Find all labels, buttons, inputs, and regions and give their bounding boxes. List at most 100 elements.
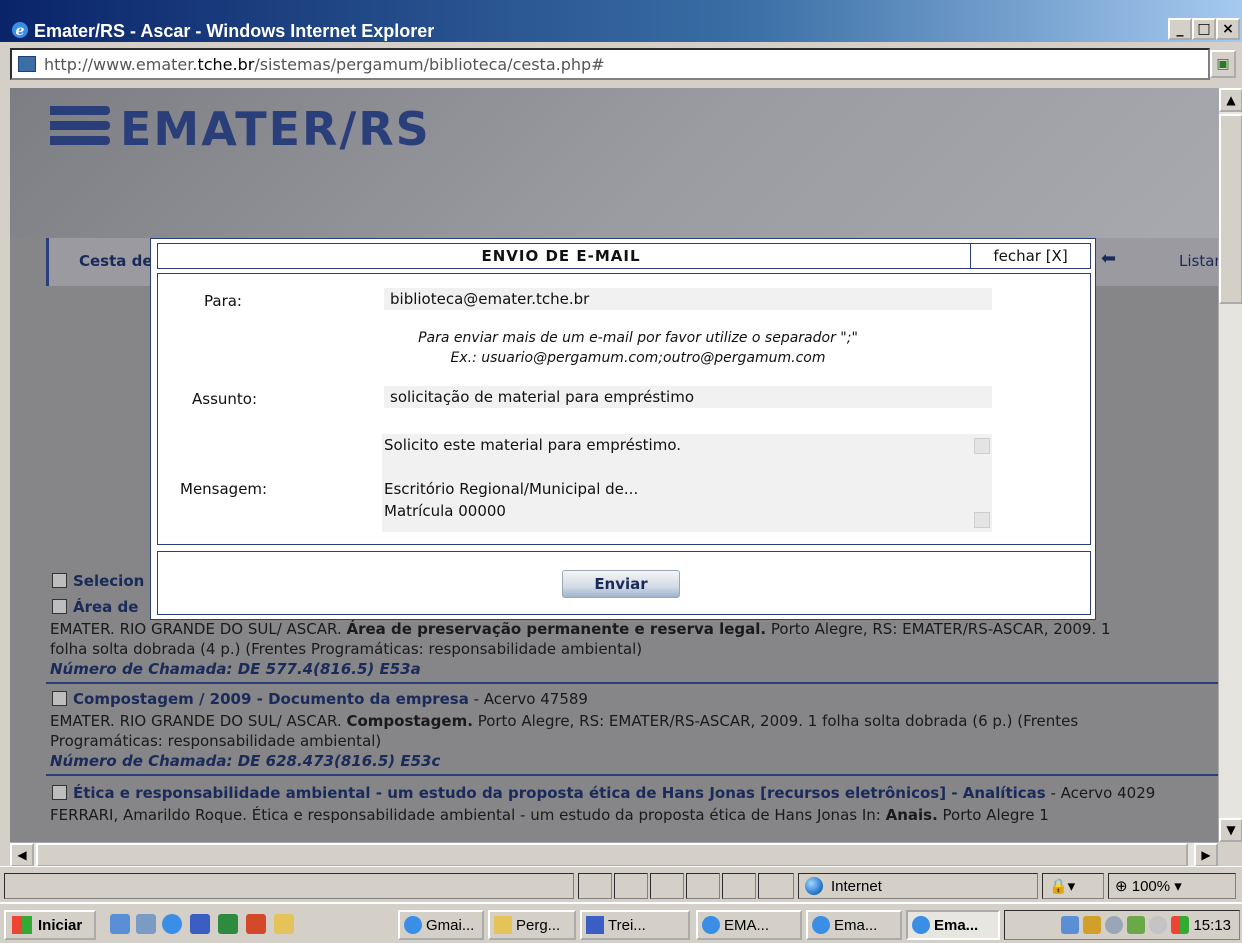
vertical-scrollbar[interactable]: ▲ ▼ [1218,88,1242,842]
address-bar: http://www.emater. tche.br/sistemas/perga… [0,42,1242,88]
dialog-header: ENVIO DE E-MAIL fechar [X] [157,243,1091,269]
result-1-title[interactable]: Área de [73,598,138,616]
url-host: tche.br [197,54,255,74]
folder-quicklaunch-icon[interactable] [274,914,294,934]
zoom-control[interactable]: ⊕ 100% ▾ [1108,873,1236,899]
compatibility-icon[interactable]: ▣ [1210,50,1236,78]
result-1-meta: EMATER. RIO GRANDE DO SUL/ ASCAR. Área d… [50,620,1111,638]
page-icon [18,56,36,72]
divider [46,682,1218,684]
email-dialog: ENVIO DE E-MAIL fechar [X] Para: bibliot… [150,238,1096,620]
status-pane [722,873,756,899]
scroll-down-icon[interactable]: ▼ [1219,818,1242,842]
status-pane [686,873,720,899]
word-quicklaunch-icon[interactable] [190,914,210,934]
status-pane [758,873,794,899]
result-item-3-title-row: Ética e responsabilidade ambiental - um … [52,784,1155,802]
tray-update-icon[interactable] [1127,916,1146,934]
zoom-icon: ⊕ [1115,878,1128,895]
status-bar: Internet 🔒▾ ⊕ 100% ▾ [0,866,1242,902]
back-arrow-icon[interactable]: ⬅ [1101,248,1116,269]
network-icon[interactable] [1061,916,1080,934]
result-2-title[interactable]: Compostagem / 2009 - Documento da empres… [73,690,469,708]
ie-quicklaunch-icon[interactable] [162,914,182,934]
task-ema-2[interactable]: Ema... [806,910,902,940]
tray-security-icon[interactable] [1105,916,1124,934]
tray-app-icon[interactable] [1083,916,1102,934]
tray-blocked-icon[interactable] [1149,916,1168,934]
taskbar: Iniciar Gmai... Perg... Trei... EMA... E… [0,902,1242,943]
emater-logo-icon [50,106,110,156]
window-title-bar[interactable]: e Emater/RS - Ascar - Windows Internet E… [0,0,1242,42]
show-desktop-icon[interactable] [110,914,130,934]
url-field[interactable]: http://www.emater. tche.br/sistemas/perga… [10,48,1210,80]
scroll-right-icon[interactable]: ▶ [1194,843,1218,867]
scroll-left-icon[interactable]: ◀ [10,843,34,867]
minimize-button[interactable]: _ [1168,18,1192,40]
message-textarea[interactable]: Solicito este material para empréstimo. … [382,434,992,532]
result-3-meta: FERRARI, Amarildo Roque. Ética e respons… [50,806,1049,824]
select-all-label: Selecion [73,572,145,590]
task-label: Ema... [934,916,979,934]
dialog-form: Para: biblioteca@emater.tche.br Para env… [157,273,1091,545]
ie-icon [702,916,720,934]
maximize-button[interactable]: □ [1192,18,1216,40]
excel-quicklaunch-icon[interactable] [218,914,238,934]
task-label: Gmai... [426,916,475,934]
result-2-meta-line2: Programáticas: responsabilidade ambienta… [50,732,382,750]
nav-cesta-link[interactable]: Cesta de [79,252,153,270]
svg-text:e: e [16,23,25,39]
email-hint-line2: Ex.: usuario@pergamum.com;outro@pergamum… [450,350,826,366]
site-logo-text: EMATER/RS [120,102,431,156]
to-field[interactable]: biblioteca@emater.tche.br [384,288,992,310]
clock[interactable]: 15:13 [1193,917,1231,934]
textarea-scroll-down-icon[interactable] [974,512,990,528]
ie-icon: e [12,22,28,39]
windows-flag-icon [12,916,32,934]
quicklaunch-icon[interactable] [136,914,156,934]
status-pane [578,873,612,899]
task-pergamum[interactable]: Perg... [488,910,576,940]
result-2-checkbox[interactable] [52,691,67,706]
result-3-checkbox[interactable] [52,785,67,800]
hscroll-thumb[interactable] [36,843,1188,867]
to-label: Para: [204,292,242,310]
subject-field[interactable]: solicitação de material para empréstimo [384,386,992,408]
ie-icon [912,916,930,934]
email-hint-line1: Para enviar mais de um e-mail por favor … [418,330,858,346]
url-path: /sistemas/pergamum/biblioteca/cesta.php# [254,54,605,74]
nav-listar-link[interactable]: Listar [1179,252,1218,270]
ie-icon [404,916,422,934]
select-all-checkbox[interactable] [52,573,67,588]
tray-windows-icon[interactable] [1171,916,1190,934]
send-button[interactable]: Enviar [562,570,680,598]
result-1-meta-line2: folha solta dobrada (4 p.) (Frentes Prog… [50,640,643,658]
result-2-meta: EMATER. RIO GRANDE DO SUL/ ASCAR. Compos… [50,712,1079,730]
status-text [4,873,574,899]
security-zone[interactable]: Internet [798,873,1038,899]
task-label: Trei... [608,916,646,934]
task-treinamento[interactable]: Trei... [580,910,690,940]
horizontal-scrollbar[interactable]: ◀ ▶ [10,842,1218,867]
start-button[interactable]: Iniciar [4,910,96,940]
result-2-call-number: Número de Chamada: DE 628.473(816.5) E53… [50,752,441,770]
task-ema-1[interactable]: EMA... [696,910,802,940]
system-tray: 15:13 [1004,910,1240,940]
scroll-thumb[interactable] [1219,114,1242,304]
word-icon [586,916,604,934]
dialog-title: ENVIO DE E-MAIL [481,247,641,265]
close-dialog-button[interactable]: fechar [X] [970,244,1090,268]
app-quicklaunch-icon[interactable] [246,914,266,934]
task-gmail[interactable]: Gmai... [398,910,484,940]
task-label: Perg... [516,916,561,934]
close-window-button[interactable]: × [1216,18,1240,40]
internet-globe-icon [805,877,823,895]
task-ema-active[interactable]: Ema... [906,910,1000,940]
scroll-up-icon[interactable]: ▲ [1219,88,1242,112]
result-3-title[interactable]: Ética e responsabilidade ambiental - um … [73,784,1046,802]
result-1-checkbox[interactable] [52,599,67,614]
textarea-scroll-up-icon[interactable] [974,438,990,454]
divider [46,774,1218,776]
zoom-level: 100% [1131,877,1171,895]
protected-mode-icon[interactable]: 🔒▾ [1042,873,1104,899]
